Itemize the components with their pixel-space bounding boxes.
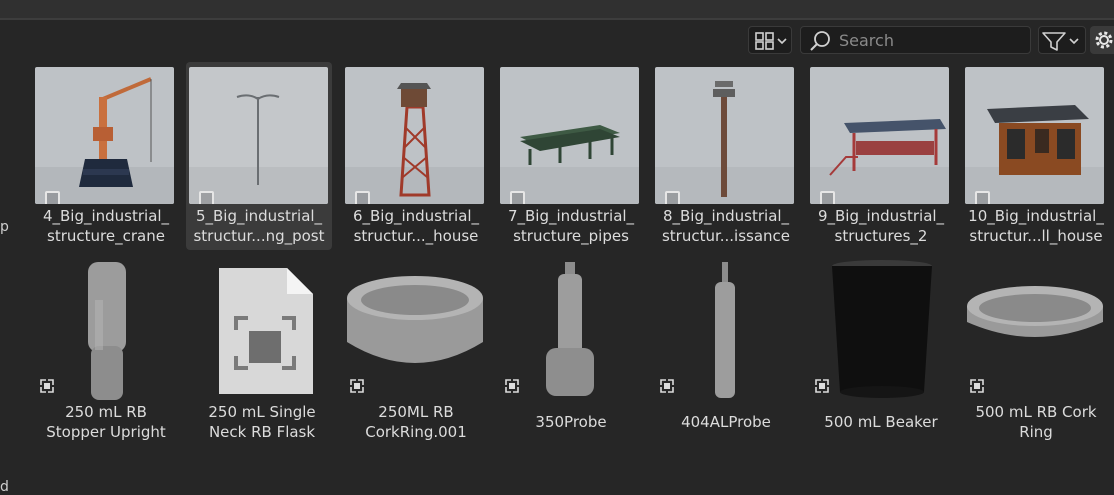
- asset-name-line2: Neck RB Flask: [208, 423, 316, 441]
- asset-mark-icon[interactable]: [504, 378, 520, 394]
- settings-button[interactable]: [1090, 26, 1114, 54]
- small-house-thumbnail: [965, 67, 1104, 204]
- asset-name-line1: 8_Big_industrial_: [662, 207, 790, 225]
- asset-name-line1: 7_Big_industrial_: [507, 207, 635, 225]
- asset-name-line2: structur..._house: [353, 227, 479, 245]
- asset-mark-icon[interactable]: [39, 378, 55, 394]
- asset-name-line1: 10_Big_industrial_: [968, 207, 1104, 225]
- asset-tile-structures-2[interactable]: 9_Big_industrial_ structures_2: [805, 60, 949, 245]
- asset-name-line2: structure_pipes: [513, 227, 629, 245]
- probe-thumbnail: [655, 260, 794, 400]
- filter-icon: [1042, 32, 1079, 51]
- asset-checkbox[interactable]: [820, 191, 835, 204]
- asset-tile-350probe[interactable]: 350Probe: [495, 260, 637, 444]
- asset-tile-cork-ring[interactable]: 250ML RB CorkRing.001: [340, 260, 484, 444]
- asset-name-line1: 250 mL RB: [65, 403, 147, 421]
- asset-name-line2: structur...issance: [661, 227, 791, 245]
- search-input[interactable]: [839, 31, 1024, 49]
- filter-button[interactable]: [1038, 26, 1086, 54]
- asset-name-line1: 250 mL Single: [208, 403, 316, 421]
- asset-tile-lamp-post[interactable]: 5_Big_industrial_ structur...ng_post: [186, 62, 332, 250]
- left-panel-edge: p d: [0, 60, 18, 494]
- asset-tile-stopper[interactable]: 250 mL RB Stopper Upright: [30, 260, 172, 444]
- asset-name-line2: structures_2: [834, 227, 928, 245]
- asset-name-line2: structur...ng_post: [193, 227, 325, 245]
- pipes-thumbnail: [500, 67, 639, 204]
- lamp-post-thumbnail: [189, 67, 328, 204]
- chevron-down-icon: [777, 38, 787, 45]
- stopper-thumbnail: [35, 260, 174, 400]
- cork-ring-thumbnail: [345, 260, 484, 400]
- display-mode-button[interactable]: [748, 26, 792, 54]
- asset-name-line2: structure_crane: [47, 227, 165, 245]
- asset-name-line1: 404ALProbe: [681, 413, 771, 431]
- search-icon: [810, 31, 830, 51]
- asset-name-line1: 500 mL RB Cork: [975, 403, 1097, 421]
- asset-checkbox[interactable]: [510, 191, 525, 204]
- asset-tile-reconnaissance[interactable]: 8_Big_industrial_ structur...issance: [650, 60, 794, 245]
- asset-name-line1: 6_Big_industrial_: [352, 207, 480, 225]
- gear-icon: [1095, 31, 1113, 49]
- asset-tile-pipes[interactable]: 7_Big_industrial_ structure_pipes: [495, 60, 639, 245]
- asset-tile-cork-ring-500[interactable]: 500 mL RB Cork Ring: [960, 260, 1104, 444]
- cork-ring-thumbnail: [965, 260, 1104, 400]
- asset-name-line2: Stopper Upright: [46, 423, 166, 441]
- asset-name-line1: 5_Big_industrial_: [195, 207, 323, 225]
- asset-checkbox[interactable]: [665, 191, 680, 204]
- beaker-thumbnail: [810, 260, 949, 400]
- asset-checkbox[interactable]: [45, 191, 60, 204]
- crane-thumbnail: [35, 67, 174, 204]
- asset-name-line1: 4_Big_industrial_: [42, 207, 170, 225]
- asset-name-line2: structur...ll_house: [969, 227, 1103, 245]
- file-placeholder-icon: [191, 260, 330, 400]
- asset-browser-toolbar: [0, 20, 1114, 60]
- search-field[interactable]: [800, 26, 1031, 54]
- tower-house-thumbnail: [345, 67, 484, 204]
- asset-name-line1: 250ML RB: [378, 403, 454, 421]
- grid-view-icon: [755, 32, 787, 50]
- clipped-label: d: [0, 479, 9, 495]
- asset-tile-404alprobe[interactable]: 404ALProbe: [650, 260, 792, 444]
- reconnaissance-tower-thumbnail: [655, 67, 794, 204]
- top-panel-strip: [0, 0, 1114, 18]
- asset-tile-small-house[interactable]: 10_Big_industrial_ structur...ll_house: [960, 60, 1104, 245]
- asset-checkbox[interactable]: [975, 191, 990, 204]
- asset-tile-tower-house[interactable]: 6_Big_industrial_ structur..._house: [340, 60, 484, 245]
- asset-name-line1: 350Probe: [535, 413, 607, 431]
- asset-mark-icon[interactable]: [659, 378, 675, 394]
- asset-name-line1: 9_Big_industrial_: [817, 207, 945, 225]
- clipped-label: p: [0, 219, 9, 235]
- asset-tile-crane[interactable]: 4_Big_industrial_ structure_crane: [30, 60, 174, 245]
- asset-name-line2: CorkRing.001: [365, 423, 467, 441]
- asset-tile-beaker[interactable]: 500 mL Beaker: [805, 260, 947, 444]
- probe-thumbnail: [500, 260, 639, 400]
- asset-mark-icon[interactable]: [969, 378, 985, 394]
- asset-mark-icon[interactable]: [814, 378, 830, 394]
- asset-checkbox[interactable]: [199, 191, 214, 204]
- asset-tile-rb-flask[interactable]: 250 mL Single Neck RB Flask: [186, 260, 328, 444]
- asset-name-line1: 500 mL Beaker: [824, 413, 938, 431]
- asset-mark-icon[interactable]: [349, 378, 365, 394]
- chevron-down-icon: [1069, 38, 1079, 45]
- asset-name-line2: Ring: [1019, 423, 1053, 441]
- platform-thumbnail: [810, 67, 949, 204]
- asset-checkbox[interactable]: [355, 191, 370, 204]
